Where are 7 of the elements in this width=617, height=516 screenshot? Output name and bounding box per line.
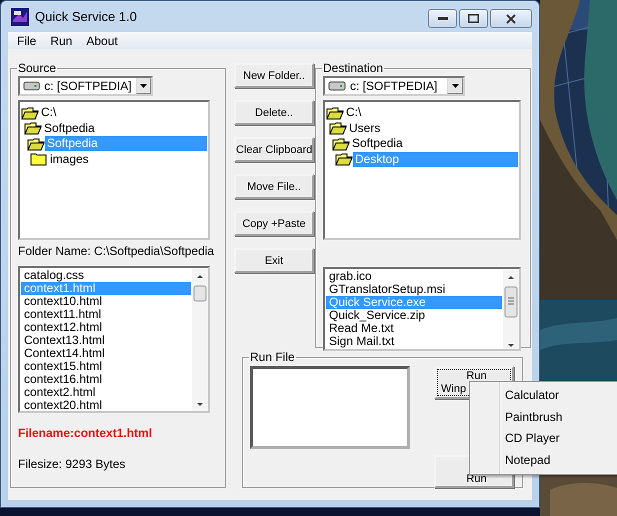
group-label: Destination: [322, 61, 384, 75]
filename-label: Filename:context1.html: [18, 426, 154, 440]
group-label: Run File: [249, 350, 296, 364]
folder-name-label: Folder Name: C:\Softpedia\Softpedia: [18, 244, 216, 260]
window-title: Quick Service 1.0: [35, 9, 137, 24]
group-label: Source: [17, 61, 58, 75]
filesize-label: Filesize: 9293 Bytes: [18, 457, 126, 471]
